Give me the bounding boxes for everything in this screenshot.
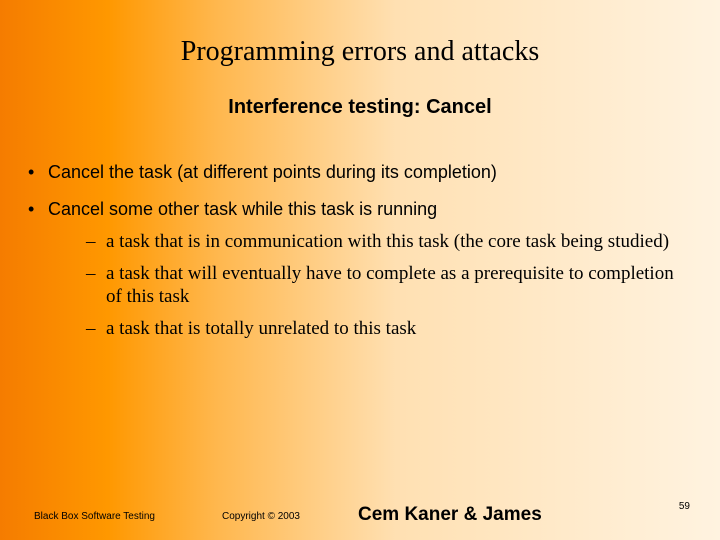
slide-title: Programming errors and attacks (0, 0, 720, 68)
bullet-text: Cancel some other task while this task i… (48, 199, 437, 219)
content-area: Cancel the task (at different points dur… (0, 161, 720, 341)
page-number: 59 (679, 501, 690, 512)
sub-bullet-item: a task that is in communication with thi… (48, 230, 690, 254)
sub-bullet-item: a task that will eventually have to comp… (48, 262, 690, 310)
bullet-item: Cancel some other task while this task i… (28, 198, 690, 340)
sub-bullet-item: a task that is totally unrelated to this… (48, 317, 690, 341)
footer: Black Box Software Testing Copyright © 2… (0, 490, 720, 530)
footer-left-text: Black Box Software Testing (34, 511, 155, 522)
bullet-item: Cancel the task (at different points dur… (28, 161, 690, 184)
slide: Programming errors and attacks Interfere… (0, 0, 720, 540)
slide-subtitle: Interference testing: Cancel (0, 96, 720, 119)
footer-authors: Cem Kaner & James (358, 504, 542, 526)
footer-copyright: Copyright © 2003 (222, 511, 300, 522)
